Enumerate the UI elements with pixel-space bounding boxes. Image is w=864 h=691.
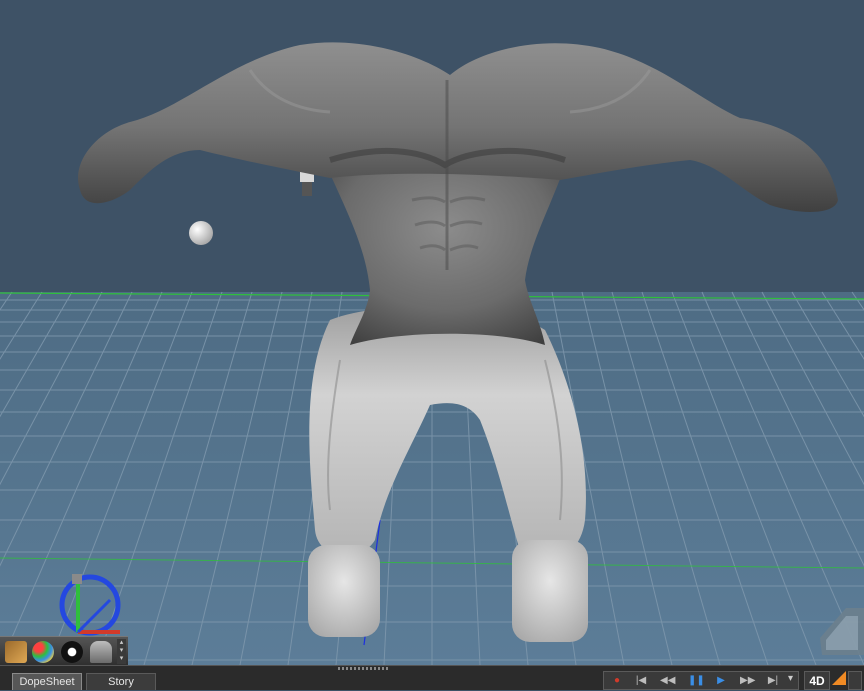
tool-tray: ▴ ▾ ▾ xyxy=(0,636,128,665)
record-button[interactable]: ● xyxy=(610,674,624,688)
mode-4d-button[interactable]: 4D xyxy=(804,671,830,690)
tab-dopesheet[interactable]: DopeSheet xyxy=(12,673,82,690)
transport-menu-button[interactable]: ▾ xyxy=(788,673,793,684)
step-forward-button[interactable]: ▶▶ xyxy=(740,674,755,688)
pause-button[interactable]: ❚❚ xyxy=(688,674,705,688)
hair-tool-icon[interactable] xyxy=(5,641,27,663)
go-to-end-button[interactable]: ▶| xyxy=(766,674,780,688)
panel-resize-grip[interactable] xyxy=(338,667,390,670)
bottom-panel: DopeSheet Story ● |◀ ◀◀ ❚❚ ▶ ▶▶ ▶| ▾ 4D xyxy=(0,665,864,690)
mode-corner-icon[interactable] xyxy=(832,671,846,685)
tire-icon[interactable] xyxy=(61,641,83,663)
play-button[interactable]: ▶ xyxy=(714,674,728,688)
go-to-start-button[interactable]: |◀ xyxy=(634,674,648,688)
tray-scroll-arrows[interactable]: ▴ ▾ ▾ xyxy=(117,639,126,664)
color-palette-icon[interactable] xyxy=(32,641,54,663)
tab-story[interactable]: Story xyxy=(86,673,156,690)
3d-viewport[interactable]: ▴ ▾ ▾ xyxy=(0,0,864,665)
viewport-scene[interactable] xyxy=(0,0,864,665)
transport-controls: ● |◀ ◀◀ ❚❚ ▶ ▶▶ ▶| xyxy=(603,671,799,690)
step-back-button[interactable]: ◀◀ xyxy=(660,674,675,688)
character-figure-icon[interactable] xyxy=(90,641,112,663)
dock-icon[interactable] xyxy=(848,671,862,690)
light-sphere-icon[interactable] xyxy=(189,221,213,245)
